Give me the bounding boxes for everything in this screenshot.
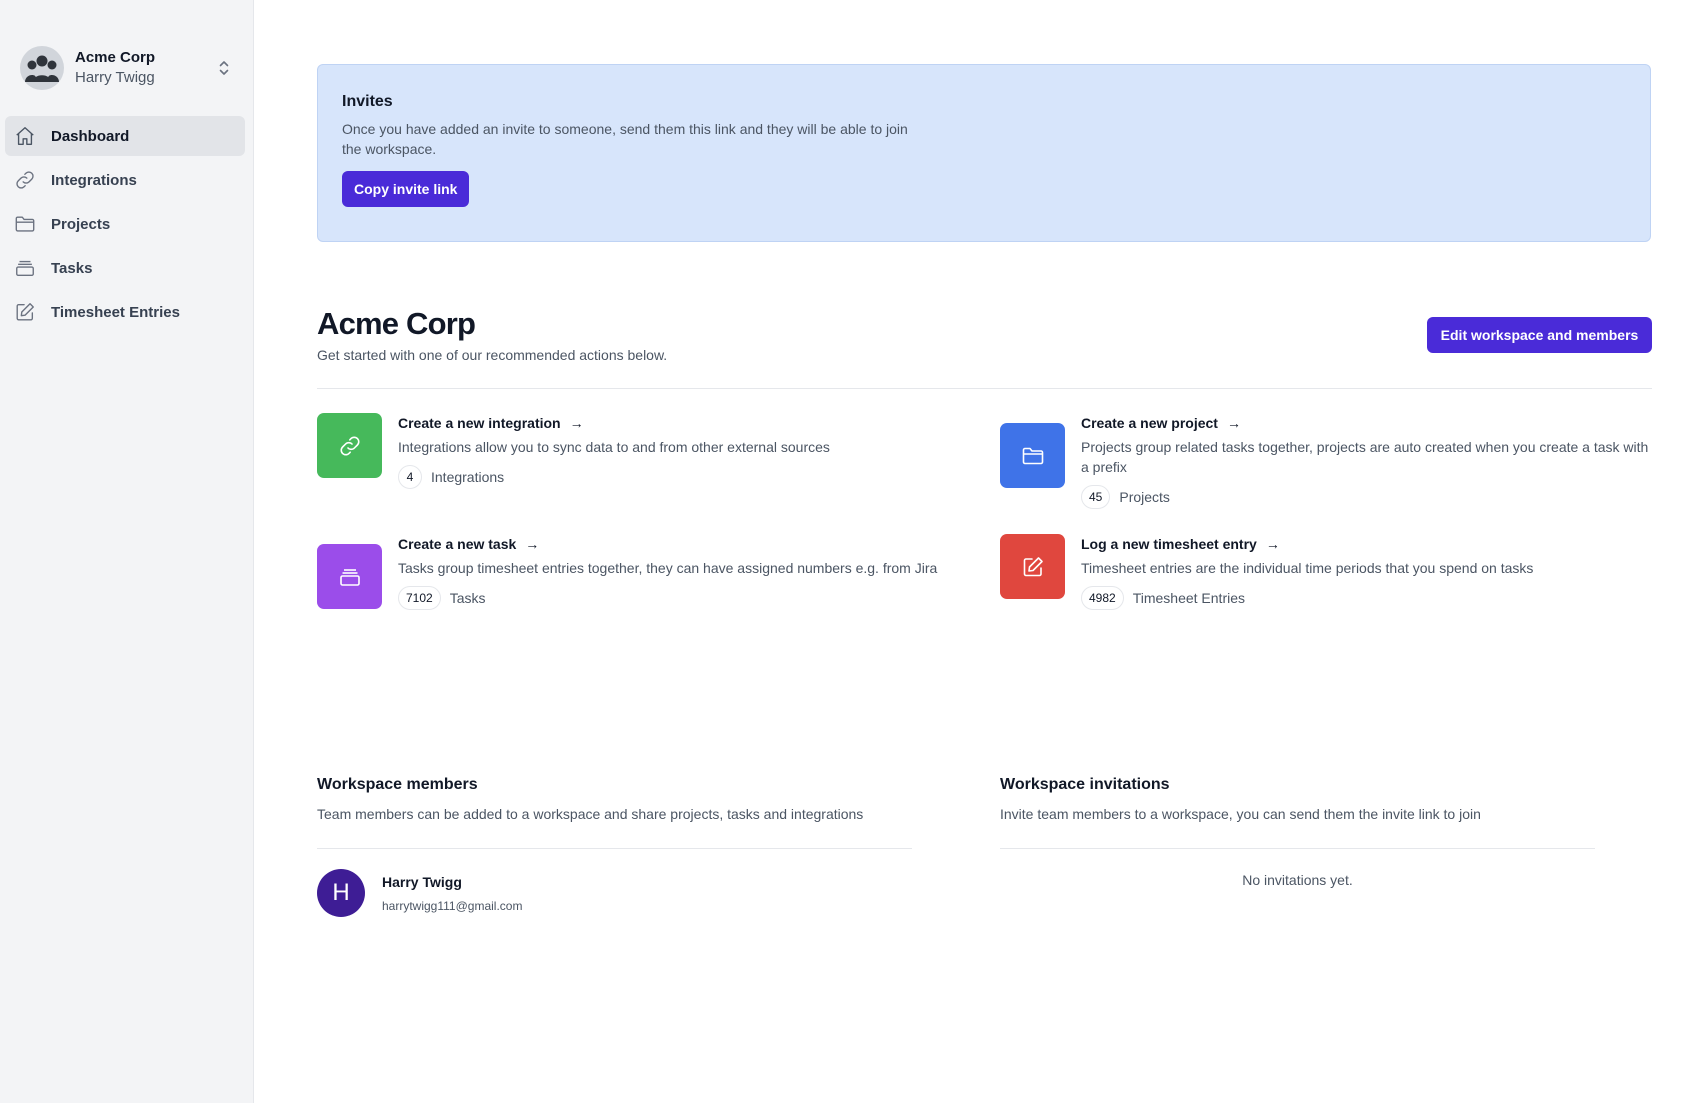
- member-email: harrytwigg111@gmail.com: [382, 899, 523, 913]
- action-count: 7102 Tasks: [398, 586, 937, 610]
- action-title: Create a new integration: [398, 415, 561, 431]
- divider: [317, 848, 912, 849]
- sidebar-item-integrations[interactable]: Integrations: [5, 160, 245, 200]
- count-badge: 4982: [1081, 586, 1124, 610]
- empty-invitations-message: No invitations yet.: [1242, 872, 1353, 888]
- count-label: Tasks: [449, 590, 486, 606]
- invitations-title: Workspace invitations: [1000, 776, 1170, 793]
- divider: [1000, 848, 1595, 849]
- sidebar: Acme Corp Harry Twigg Dashboard Integrat…: [0, 0, 254, 1103]
- action-log-timesheet-entry: Log a new timesheet entry → Timesheet ent…: [1000, 534, 1652, 610]
- workspace-name: Acme Corp: [75, 49, 156, 66]
- log-timesheet-entry-link[interactable]: Log a new timesheet entry →: [1081, 534, 1533, 554]
- sidebar-item-timesheet-entries[interactable]: Timesheet Entries: [5, 292, 245, 332]
- arrow-right-icon: →: [1265, 536, 1280, 552]
- action-create-project: Create a new project → Projects group rel…: [1000, 413, 1652, 509]
- sidebar-item-tasks[interactable]: Tasks: [5, 248, 245, 288]
- chevron-up-down-icon: [216, 57, 232, 79]
- sidebar-item-label: Tasks: [51, 259, 93, 277]
- count-label: Timesheet Entries: [1132, 590, 1246, 606]
- sidebar-item-projects[interactable]: Projects: [5, 204, 245, 244]
- sidebar-item-label: Projects: [51, 215, 111, 233]
- current-user-name: Harry Twigg: [75, 69, 155, 86]
- action-title: Log a new timesheet entry: [1081, 536, 1257, 552]
- create-task-link[interactable]: Create a new task →: [398, 534, 937, 554]
- avatar: H: [317, 869, 365, 917]
- page-subtitle: Get started with one of our recommended …: [317, 347, 668, 363]
- sidebar-item-label: Timesheet Entries: [51, 303, 180, 321]
- count-badge: 4: [398, 465, 422, 489]
- edit-workspace-button[interactable]: Edit workspace and members: [1427, 317, 1652, 353]
- link-icon: [14, 169, 36, 191]
- action-create-task: Create a new task → Tasks group timesheet…: [317, 534, 957, 610]
- create-project-link[interactable]: Create a new project →: [1081, 413, 1652, 433]
- arrow-right-icon: →: [569, 415, 584, 431]
- home-icon: [14, 125, 36, 147]
- users-group-icon: [20, 46, 64, 90]
- count-badge: 7102: [398, 586, 441, 610]
- create-integration-link[interactable]: Create a new integration →: [398, 413, 830, 433]
- folder-icon: [14, 213, 36, 235]
- action-count: 4 Integrations: [398, 465, 830, 489]
- sidebar-item-label: Integrations: [51, 171, 137, 189]
- copy-invite-link-button[interactable]: Copy invite link: [342, 171, 470, 207]
- count-label: Integrations: [431, 469, 505, 485]
- pencil-square-icon: [14, 301, 36, 323]
- action-description: Tasks group timesheet entries together, …: [398, 560, 938, 576]
- invites-description: Once you have added an invite to someone…: [342, 121, 908, 157]
- arrow-right-icon: →: [525, 536, 540, 552]
- invitations-description: Invite team members to a workspace, you …: [1000, 806, 1481, 822]
- count-label: Projects: [1119, 489, 1170, 505]
- pencil-square-icon[interactable]: [1000, 534, 1065, 599]
- sidebar-item-label: Dashboard: [51, 127, 130, 145]
- members-title: Workspace members: [317, 776, 478, 793]
- archive-icon[interactable]: [317, 544, 382, 609]
- member-name: Harry Twigg: [382, 874, 462, 890]
- sidebar-item-dashboard[interactable]: Dashboard: [5, 116, 245, 156]
- action-count: 4982 Timesheet Entries: [1081, 586, 1533, 610]
- action-create-integration: Create a new integration → Integrations a…: [317, 413, 957, 489]
- arrow-right-icon: →: [1226, 415, 1241, 431]
- invites-title: Invites: [342, 93, 393, 110]
- member-row: H Harry Twigg harrytwigg111@gmail.com: [317, 869, 522, 917]
- archive-icon: [14, 257, 36, 279]
- action-description: Projects group related tasks together, p…: [1081, 439, 1649, 475]
- sidebar-nav: Dashboard Integrations Projects Tasks Ti…: [5, 116, 245, 336]
- action-title: Create a new project: [1081, 415, 1218, 431]
- page-title: Acme Corp: [317, 306, 476, 341]
- invites-banner: Invites Once you have added an invite to…: [317, 64, 1651, 242]
- divider: [317, 388, 1652, 389]
- action-description: Integrations allow you to sync data to a…: [398, 439, 830, 455]
- folder-icon[interactable]: [1000, 423, 1065, 488]
- members-description: Team members can be added to a workspace…: [317, 806, 864, 822]
- action-count: 45 Projects: [1081, 485, 1652, 509]
- workspace-switcher[interactable]: Acme Corp Harry Twigg: [20, 44, 232, 92]
- action-description: Timesheet entries are the individual tim…: [1081, 560, 1534, 576]
- link-icon[interactable]: [317, 413, 382, 478]
- action-title: Create a new task: [398, 536, 517, 552]
- count-badge: 45: [1081, 485, 1111, 509]
